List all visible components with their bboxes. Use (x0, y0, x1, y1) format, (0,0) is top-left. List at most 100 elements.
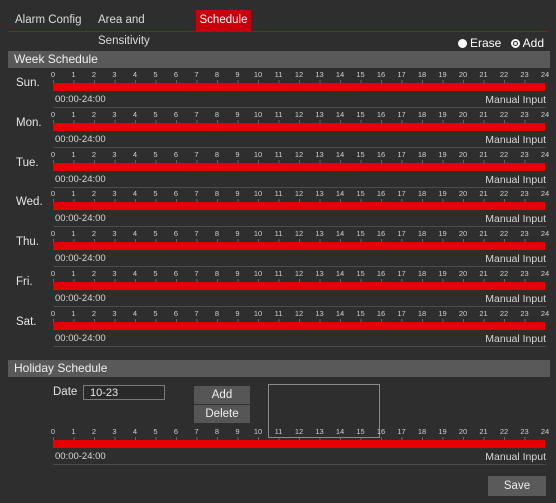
hour-tick-label: 2 (91, 189, 97, 199)
hour-tick-label: 1 (71, 189, 76, 199)
hour-tick-label: 18 (417, 189, 427, 199)
hour-tick-label: 23 (520, 70, 529, 79)
hour-tick-label: 6 (173, 229, 179, 239)
hour-tick-label: 4 (132, 189, 138, 199)
hour-tick-label: 12 (294, 427, 304, 436)
week-schedule-header: Week Schedule (8, 51, 550, 68)
hour-tick-label: 20 (458, 229, 468, 239)
hour-tick-label: 12 (294, 308, 304, 318)
day-label: Tue. (16, 156, 39, 169)
hour-tick-label: 6 (173, 427, 179, 436)
hour-tick-label: 19 (438, 427, 447, 436)
add-radio[interactable]: Add (510, 36, 544, 50)
manual-input-link[interactable]: Manual Input (485, 293, 546, 305)
hour-tick-label: 3 (112, 427, 117, 436)
day-0-schedule-bar[interactable] (53, 83, 545, 91)
hour-tick-label: 17 (397, 229, 406, 239)
tab-area-and-sensitivity[interactable]: Area and Sensitivity (98, 10, 193, 47)
hour-tick-label: 4 (132, 269, 138, 278)
hour-tick-label: 19 (438, 308, 447, 318)
hour-tick-label: 23 (520, 109, 529, 119)
delete-holiday-button[interactable]: Delete (194, 405, 250, 423)
hour-tick-label: 10 (253, 308, 263, 318)
day-label: Thu. (16, 236, 40, 249)
day-3-schedule-bar[interactable] (53, 202, 545, 211)
manual-input-link[interactable]: Manual Input (485, 451, 546, 463)
day-label: Fri. (16, 276, 33, 288)
hour-tick-label: 2 (91, 149, 97, 159)
hour-tick-label: 17 (397, 149, 406, 159)
hour-tick-label: 18 (417, 308, 427, 318)
erase-radio[interactable]: Erase (457, 36, 501, 50)
hour-tick-label: 0 (50, 229, 56, 239)
day-6-schedule-bar[interactable] (53, 321, 545, 330)
hour-tick-label: 24 (540, 149, 550, 159)
hour-tick-label: 22 (499, 70, 509, 79)
hour-tick-label: 1 (71, 308, 76, 318)
day-1-schedule-bar[interactable] (53, 122, 545, 131)
day-5-schedule-bar[interactable] (53, 282, 545, 290)
hour-tick-label: 21 (479, 149, 488, 159)
hour-tick-label: 7 (194, 70, 199, 79)
row-divider (53, 146, 546, 148)
time-range: 00:00-24:00 (55, 133, 106, 145)
manual-input-link[interactable]: Manual Input (485, 134, 546, 146)
hour-tick-label: 21 (479, 269, 488, 278)
hour-tick-label: 13 (315, 70, 324, 79)
hour-tick-label: 16 (376, 70, 386, 79)
hour-ticks: 0 1 2 3 4 5 6 7 8 9 10 11 12 13 14 15 16 17 18 19 20 21 22 23 24 (50, 229, 549, 239)
manual-input-link[interactable]: Manual Input (485, 94, 546, 106)
time-range: 00:00-24:00 (55, 94, 106, 105)
hour-tick-label: 5 (153, 427, 158, 436)
day-label: Sat. (16, 315, 37, 328)
hour-ticks: 0 1 2 3 4 5 6 7 8 9 10 11 12 13 14 15 16 17 18 19 20 21 22 23 24 (50, 109, 549, 120)
hour-tick-label: 23 (520, 427, 529, 436)
hour-tick-label: 19 (438, 109, 447, 119)
manual-input-link[interactable]: Manual Input (485, 174, 546, 186)
hour-tick-label: 7 (194, 109, 199, 119)
add-holiday-button[interactable]: Add (194, 386, 250, 404)
hour-tick-label: 17 (397, 308, 406, 318)
hour-tick-label: 2 (91, 70, 97, 79)
save-button[interactable]: Save (488, 476, 546, 496)
time-range: 00:00-24:00 (55, 293, 106, 304)
hour-tick-label: 12 (294, 269, 304, 278)
radio-icon (457, 39, 467, 48)
hour-tick-label: 0 (50, 109, 56, 119)
hour-tick-label: 22 (499, 427, 509, 436)
hour-tick-label: 7 (194, 149, 199, 159)
hour-tick-label: 0 (50, 149, 56, 159)
hour-tick-label: 13 (315, 427, 324, 436)
hour-tick-label: 17 (397, 109, 406, 119)
manual-input-link[interactable]: Manual Input (485, 213, 546, 225)
tab-schedule[interactable]: Schedule (196, 10, 251, 31)
hour-tick-label: 16 (376, 149, 386, 159)
hour-tick-label: 1 (71, 109, 76, 119)
hour-ticks: 0 1 2 3 4 5 6 7 8 9 10 11 12 13 14 15 16 17 18 19 20 21 22 23 24 (51, 70, 549, 80)
day-label: Wed. (16, 196, 43, 209)
hour-tick-label: 23 (520, 189, 529, 199)
hour-tick-label: 14 (335, 269, 345, 278)
day-2-schedule-bar[interactable] (53, 162, 545, 171)
hour-tick-label: 17 (397, 427, 406, 436)
hour-tick-label: 17 (397, 70, 406, 79)
hour-tick-label: 14 (335, 109, 345, 119)
hour-tick-label: 12 (294, 70, 304, 79)
hour-tick-label: 14 (335, 189, 345, 199)
manual-input-link[interactable]: Manual Input (485, 253, 546, 265)
hour-tick-label: 14 (335, 229, 345, 239)
holiday-schedule-bar[interactable] (53, 440, 545, 448)
tab-alarm-config[interactable]: Alarm Config (15, 10, 87, 31)
day-4-schedule-bar[interactable] (53, 242, 545, 251)
tab-bar: Alarm Config Area and Sensitivity Schedu… (0, 0, 556, 47)
hour-ticks: 0 1 2 3 4 5 6 7 8 9 10 11 12 13 14 15 16 17 18 19 20 21 22 23 24 (50, 149, 549, 160)
date-input[interactable] (83, 385, 165, 400)
row-divider (53, 345, 546, 347)
hour-tick-label: 21 (479, 189, 488, 199)
hour-tick-label: 8 (214, 70, 220, 79)
manual-input-link[interactable]: Manual Input (485, 333, 546, 345)
hour-tick-label: 22 (499, 269, 509, 278)
hour-tick-label: 22 (499, 229, 509, 239)
hour-tick-label: 12 (294, 229, 304, 239)
hour-tick-label: 6 (173, 70, 179, 79)
